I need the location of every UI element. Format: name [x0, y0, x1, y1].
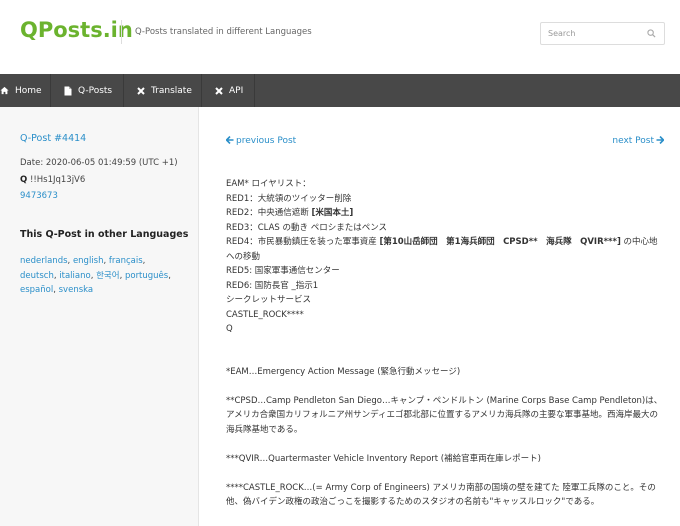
post-note: ****CASTLE_ROCK…(= Army Corp of Engineer…	[226, 482, 656, 508]
search-box[interactable]	[540, 22, 665, 45]
post-text: RED2：中央通信遮断	[226, 208, 312, 218]
previous-post-label: previous Post	[236, 136, 297, 146]
lang-link-svenska[interactable]: svenska	[59, 285, 94, 295]
post-note: *EAM…Emergency Action Message (緊急行動メッセージ…	[226, 366, 461, 377]
lang-link-espanol[interactable]: español	[20, 285, 53, 295]
post-text: RED4：市民暴動鎮圧を装った軍事資産	[226, 237, 380, 247]
arrow-right-icon	[656, 135, 665, 145]
languages-heading: This Q-Post in other Languages	[20, 229, 189, 240]
post-note: **CPSD…Camp Pendleton San Diego…キャンプ・ペンド…	[226, 395, 663, 435]
nav-translate[interactable]: Translate	[124, 74, 202, 107]
post-line: RED5: 国家軍事通信センター	[226, 266, 340, 276]
previous-post-link[interactable]: previous Post	[225, 135, 297, 146]
header-divider	[121, 20, 122, 44]
sidebar: Q-Post #4414 Date: 2020-06-05 01:49:59 (…	[0, 107, 199, 526]
nav-api-label: API	[229, 85, 244, 96]
nav-qposts-label: Q-Posts	[78, 85, 113, 96]
main-nav: Home Q-Posts Translate API	[0, 74, 680, 107]
trip-code: !!Hs1Jq13jV6	[29, 175, 86, 185]
post-line: シークレットサービス	[226, 295, 312, 305]
post-content-area: previous Post next Post EAM* ロイヤリスト： RED…	[200, 107, 680, 526]
site-logo[interactable]: QPosts.in	[20, 18, 133, 42]
lang-link-deutsch[interactable]: deutsch	[20, 271, 54, 281]
site-header: QPosts.in Q-Posts translated in differen…	[0, 0, 680, 74]
lang-link-portugues[interactable]: português	[125, 271, 168, 281]
post-line: CASTLE_ROCK****	[226, 309, 304, 320]
post-line: RED3：CLAS の動き ペロシまたはペンス	[226, 222, 388, 233]
next-post-link[interactable]: next Post	[612, 135, 665, 146]
post-id-link[interactable]: 9473673	[20, 191, 58, 201]
nav-home[interactable]: Home	[0, 74, 51, 107]
language-list: nederlands, english, français, deutsch, …	[20, 256, 171, 295]
lang-link-italiano[interactable]: italiano	[59, 271, 90, 281]
post-bold-text: [米国本土]	[311, 208, 354, 218]
post-line: EAM* ロイヤリスト：	[226, 179, 311, 189]
search-input[interactable]	[541, 23, 641, 44]
arrow-left-icon	[225, 135, 234, 145]
document-icon	[64, 86, 72, 95]
nav-home-label: Home	[15, 85, 42, 96]
post-line: RED4：市民暴動鎮圧を装った軍事資産 [第10山岳師団 第1海兵師団 CPSD…	[226, 235, 666, 264]
post-line: RED6: 国防長官 _指示1	[226, 280, 319, 291]
home-icon	[0, 86, 9, 95]
next-post-label: next Post	[612, 136, 654, 146]
lang-link-korean[interactable]: 한국어	[96, 271, 119, 281]
author-name: Q	[20, 175, 28, 185]
x-icon	[215, 86, 223, 95]
lang-link-nederlands[interactable]: nederlands	[20, 256, 68, 266]
site-tagline: Q-Posts translated in different Language…	[135, 27, 312, 37]
lang-link-english[interactable]: english	[73, 256, 104, 266]
post-body: EAM* ロイヤリスト： RED1：大統領のツイッター削除 RED2：中央通信遮…	[226, 177, 666, 510]
post-line: Q	[226, 324, 233, 334]
nav-qposts[interactable]: Q-Posts	[51, 74, 124, 107]
lang-link-francais[interactable]: français	[109, 256, 143, 266]
post-date: Date: 2020-06-05 01:49:59 (UTC +1)	[20, 158, 178, 168]
post-author: Q !!Hs1Jq13jV6	[20, 175, 85, 185]
post-line: RED1：大統領のツイッター削除	[226, 193, 352, 204]
search-icon[interactable]	[647, 29, 656, 38]
post-title-link[interactable]: Q-Post #4414	[20, 133, 86, 144]
x-icon	[137, 86, 145, 95]
post-bold-text: [第10山岳師団 第1海兵師団 CPSD** 海兵隊 QVIR***]	[379, 237, 621, 247]
post-line: RED2：中央通信遮断 [米国本土]	[226, 206, 666, 221]
nav-translate-label: Translate	[151, 85, 192, 96]
post-note: ***QVIR…Quartermaster Vehicle Inventory …	[226, 453, 541, 464]
nav-api[interactable]: API	[202, 74, 255, 107]
